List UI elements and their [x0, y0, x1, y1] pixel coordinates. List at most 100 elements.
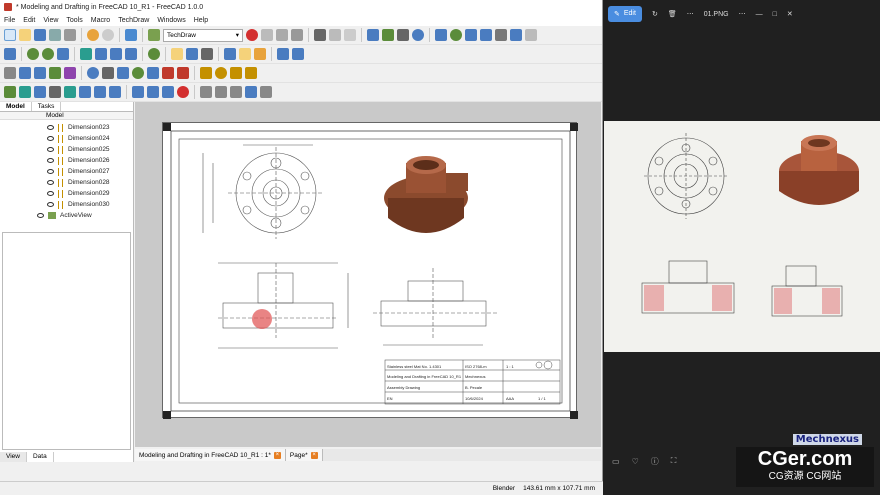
eye-icon[interactable]	[47, 147, 54, 152]
export-dxf-icon[interactable]	[177, 67, 189, 79]
menu-edit[interactable]: Edit	[23, 17, 35, 24]
record-macro-icon[interactable]	[246, 29, 258, 41]
open-file-icon[interactable]	[19, 29, 31, 41]
point-icon[interactable]	[412, 29, 424, 41]
cut-icon[interactable]	[314, 29, 326, 41]
hatch-icon[interactable]	[102, 67, 114, 79]
spreadsheet-view-icon[interactable]	[109, 86, 121, 98]
sound-icon[interactable]	[525, 29, 537, 41]
tab-page[interactable]: Page* ×	[285, 449, 323, 461]
close-icon[interactable]: ×	[310, 451, 318, 459]
favorite-icon[interactable]: ♡	[632, 457, 639, 466]
delete-icon[interactable]: 🗑	[668, 10, 677, 18]
section-view-icon[interactable]	[34, 86, 46, 98]
list-icon[interactable]	[292, 48, 304, 60]
select-icon[interactable]	[4, 48, 16, 60]
link-group-icon[interactable]	[239, 48, 251, 60]
measure-distance-icon[interactable]	[148, 48, 160, 60]
menu-techdraw[interactable]: TechDraw	[118, 17, 149, 24]
toggle-frames-icon[interactable]	[177, 86, 189, 98]
eye-icon[interactable]	[37, 213, 44, 218]
arch-view-icon[interactable]	[94, 86, 106, 98]
sub-link-icon[interactable]	[254, 48, 266, 60]
tab-model[interactable]: Model	[0, 102, 32, 111]
insert-view-icon[interactable]	[4, 86, 16, 98]
eye-icon[interactable]	[47, 136, 54, 141]
cosmetic-icon[interactable]	[117, 67, 129, 79]
paste-icon[interactable]	[344, 29, 356, 41]
workbench-selector[interactable]: TechDraw	[163, 28, 243, 42]
measure-icon[interactable]	[435, 29, 447, 41]
draw-style-icon[interactable]	[57, 48, 69, 60]
rotate-icon[interactable]: ↻	[652, 10, 658, 18]
eye-icon[interactable]	[480, 29, 492, 41]
tree-item-dimension[interactable]: Dimension028	[47, 177, 133, 188]
eye-icon[interactable]	[47, 180, 54, 185]
menu-windows[interactable]: Windows	[157, 17, 185, 24]
image-icon[interactable]	[200, 86, 212, 98]
copy-icon[interactable]	[329, 29, 341, 41]
edit-button[interactable]: ✎ Edit	[608, 6, 642, 22]
menu-tools[interactable]: Tools	[66, 17, 82, 24]
layout-icon[interactable]	[277, 48, 289, 60]
zoom-select-icon[interactable]	[42, 48, 54, 60]
refresh-icon[interactable]	[125, 29, 137, 41]
drawing-canvas[interactable]: Stainless steel Mat No. 1.4301 ISO 2768-…	[135, 102, 601, 447]
edit-line-icon[interactable]	[19, 67, 31, 79]
iso-view-icon[interactable]	[80, 48, 92, 60]
tool-icon[interactable]	[495, 29, 507, 41]
page-icon[interactable]	[4, 67, 16, 79]
text-icon[interactable]	[34, 67, 46, 79]
blade-icon[interactable]	[510, 29, 522, 41]
line-icon[interactable]	[382, 29, 394, 41]
zoom-fit-icon[interactable]	[27, 48, 39, 60]
undo-icon[interactable]	[87, 29, 99, 41]
eye-icon[interactable]	[47, 202, 54, 207]
annotation-icon[interactable]	[245, 86, 257, 98]
link-icon[interactable]	[201, 48, 213, 60]
vertical-dim-icon[interactable]	[245, 67, 257, 79]
menu-macro[interactable]: Macro	[91, 17, 110, 24]
draft-view-icon[interactable]	[79, 86, 91, 98]
macro-run-icon[interactable]	[291, 29, 303, 41]
circle-dim-icon[interactable]	[450, 29, 462, 41]
tree-item-active-view[interactable]: ActiveView	[37, 210, 133, 221]
property-editor[interactable]	[2, 232, 131, 450]
front-view-icon[interactable]	[95, 48, 107, 60]
radius-dim-icon[interactable]	[215, 67, 227, 79]
fit-icon[interactable]: ⛶	[671, 456, 677, 466]
clip-icon[interactable]	[260, 86, 272, 98]
macro-edit-icon[interactable]	[276, 29, 288, 41]
balloon-icon[interactable]	[147, 67, 159, 79]
tab-tasks[interactable]: Tasks	[32, 102, 62, 111]
maximize-icon[interactable]: □	[773, 11, 777, 18]
tree-item-dimension[interactable]: Dimension025	[47, 144, 133, 155]
group-icon[interactable]	[224, 48, 236, 60]
eye-icon[interactable]	[47, 125, 54, 130]
part-icon[interactable]	[186, 48, 198, 60]
active-view-icon[interactable]	[64, 86, 76, 98]
menu-view[interactable]: View	[43, 17, 58, 24]
tree-item-dimension[interactable]: Dimension029	[47, 188, 133, 199]
projection-group-icon[interactable]	[19, 86, 31, 98]
info-icon[interactable]: ⓘ	[651, 456, 659, 467]
chart-icon[interactable]	[132, 86, 144, 98]
eye-icon[interactable]	[47, 158, 54, 163]
save-as-icon[interactable]	[49, 29, 61, 41]
detail-view-icon[interactable]	[49, 86, 61, 98]
close-icon[interactable]: ×	[273, 451, 281, 459]
stack-top-icon[interactable]	[162, 86, 174, 98]
filmstrip-icon[interactable]: ▭	[612, 457, 620, 466]
view-icon[interactable]	[465, 29, 477, 41]
centerline-icon[interactable]	[87, 67, 99, 79]
dim-icon[interactable]	[132, 67, 144, 79]
angle-dim-icon[interactable]	[200, 67, 212, 79]
redo-icon[interactable]	[102, 29, 114, 41]
leader-icon[interactable]	[49, 67, 61, 79]
menu-help[interactable]: Help	[194, 17, 208, 24]
tab-view[interactable]: View	[0, 452, 27, 462]
tab-document[interactable]: Modeling and Drafting in FreeCAD 10_R1 :…	[135, 449, 286, 461]
macro-stop-icon[interactable]	[261, 29, 273, 41]
print-icon[interactable]	[64, 29, 76, 41]
close-icon[interactable]: ✕	[787, 10, 793, 18]
